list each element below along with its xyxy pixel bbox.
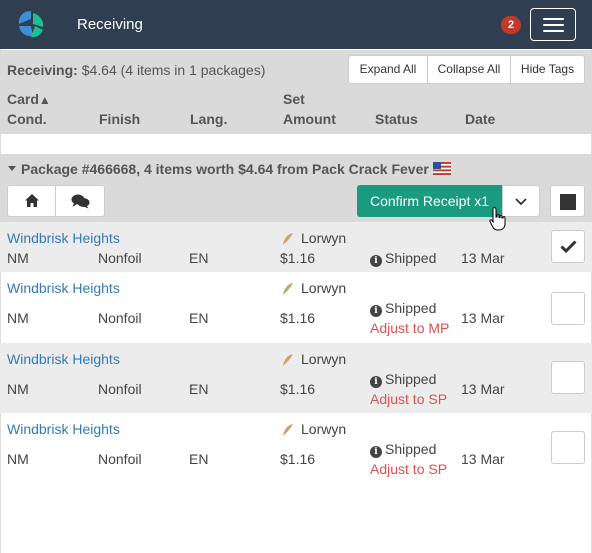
amount: $1.16	[280, 310, 316, 326]
set-name: Lorwyn	[301, 351, 347, 367]
stop-square-icon	[560, 194, 576, 210]
amount: $1.16	[280, 451, 316, 467]
language: EN	[189, 451, 209, 467]
finish: Nonfoil	[98, 381, 142, 397]
confirm-dropdown-button[interactable]	[502, 185, 540, 217]
confirm-receipt-button[interactable]: Confirm Receipt x1	[357, 185, 502, 217]
select-all-checkbox[interactable]	[550, 185, 585, 217]
adjust-condition-link[interactable]: Adjust to MP	[370, 320, 449, 336]
card-name-link[interactable]: Windbrisk Heights	[7, 280, 120, 296]
condition: NM	[7, 250, 29, 266]
checkmark-icon	[560, 240, 577, 254]
finish: Nonfoil	[98, 451, 142, 467]
date: 13 Mar	[461, 451, 505, 467]
app-logo-icon[interactable]	[14, 7, 48, 41]
finish: Nonfoil	[98, 310, 142, 326]
date: 13 Mar	[461, 381, 505, 397]
lorwyn-set-icon	[283, 233, 293, 245]
language: EN	[189, 381, 209, 397]
table-row: Windbrisk Heights Lorwyn NM Nonfoil EN $…	[0, 413, 592, 483]
info-icon: i	[370, 255, 382, 267]
row-checkbox[interactable]	[551, 292, 585, 325]
collapse-all-button[interactable]: Collapse All	[427, 55, 511, 84]
set-name: Lorwyn	[301, 280, 347, 296]
column-header-finish[interactable]: Finish	[99, 111, 140, 127]
column-header-lang[interactable]: Lang.	[190, 111, 227, 127]
date: 13 Mar	[461, 250, 505, 266]
info-icon: i	[370, 305, 382, 317]
column-header-card[interactable]: Card▲	[7, 91, 51, 107]
notification-badge[interactable]: 2	[501, 16, 521, 34]
status: i Shipped	[370, 371, 436, 388]
summary-label: Receiving:	[7, 62, 78, 78]
chevron-down-icon	[515, 198, 527, 206]
home-button[interactable]	[8, 186, 56, 216]
package-title[interactable]: Package #466668, 4 items worth $4.64 fro…	[8, 161, 429, 177]
lorwyn-set-icon	[283, 424, 293, 436]
status: i Shipped	[370, 441, 436, 458]
date: 13 Mar	[461, 310, 505, 326]
adjust-condition-link[interactable]: Adjust to SP	[370, 461, 447, 477]
menu-icon-bar	[543, 30, 564, 32]
receiving-summary: Receiving: $4.64 (4 items in 1 packages)	[7, 62, 265, 78]
set-name: Lorwyn	[301, 230, 347, 246]
info-icon: i	[370, 376, 382, 388]
column-header-amount[interactable]: Amount	[283, 111, 336, 127]
amount: $1.16	[280, 381, 316, 397]
table-row: Windbrisk Heights Lorwyn NM Nonfoil EN $…	[0, 272, 592, 343]
row-checkbox[interactable]	[551, 230, 585, 263]
condition: NM	[7, 310, 29, 326]
menu-icon	[543, 18, 564, 20]
column-header-card-label: Card	[7, 91, 39, 107]
status: i Shipped	[370, 300, 436, 317]
messages-button[interactable]	[56, 186, 104, 216]
hand-cursor-icon	[489, 206, 506, 231]
row-checkbox[interactable]	[551, 361, 585, 394]
lorwyn-set-icon	[283, 283, 293, 295]
column-header-status[interactable]: Status	[375, 111, 418, 127]
comments-icon	[71, 194, 90, 209]
amount: $1.16	[280, 250, 316, 266]
condition: NM	[7, 381, 29, 397]
card-name-link[interactable]: Windbrisk Heights	[7, 421, 120, 437]
condition: NM	[7, 451, 29, 467]
package-title-text: Package #466668, 4 items worth $4.64 fro…	[21, 161, 429, 177]
info-icon: i	[370, 446, 382, 458]
hide-tags-button[interactable]: Hide Tags	[510, 55, 585, 84]
top-navbar: Receiving 2	[0, 0, 592, 49]
page-title: Receiving	[77, 16, 143, 33]
column-header-date[interactable]: Date	[465, 111, 495, 127]
set-name: Lorwyn	[301, 421, 347, 437]
summary-value: $4.64 (4 items in 1 packages)	[81, 62, 266, 78]
summary-button-group: Expand All Collapse All Hide Tags	[348, 55, 585, 84]
lorwyn-set-icon	[283, 354, 293, 366]
column-header-set[interactable]: Set	[283, 91, 305, 107]
package-action-group	[7, 185, 105, 217]
status-text: Shipped	[385, 250, 437, 266]
menu-toggle-button[interactable]	[530, 8, 576, 41]
row-checkbox[interactable]	[551, 431, 585, 464]
language: EN	[189, 310, 209, 326]
caret-down-icon	[8, 166, 16, 171]
expand-all-button[interactable]: Expand All	[348, 55, 428, 84]
card-name-link[interactable]: Windbrisk Heights	[7, 351, 120, 367]
column-header-cond[interactable]: Cond.	[7, 111, 47, 127]
status: i Shipped	[370, 250, 436, 267]
status-text: Shipped	[385, 300, 437, 316]
finish: Nonfoil	[98, 250, 142, 266]
status-text: Shipped	[385, 371, 437, 387]
menu-icon-bar	[543, 24, 564, 26]
card-name-link[interactable]: Windbrisk Heights	[7, 230, 120, 246]
home-icon	[25, 194, 39, 207]
table-row: Windbrisk Heights Lorwyn NM Nonfoil EN $…	[0, 343, 592, 413]
adjust-condition-link[interactable]: Adjust to SP	[370, 391, 447, 407]
sort-asc-icon: ▲	[38, 93, 51, 107]
status-text: Shipped	[385, 441, 437, 457]
language: EN	[189, 250, 209, 266]
us-flag-icon	[433, 162, 451, 175]
